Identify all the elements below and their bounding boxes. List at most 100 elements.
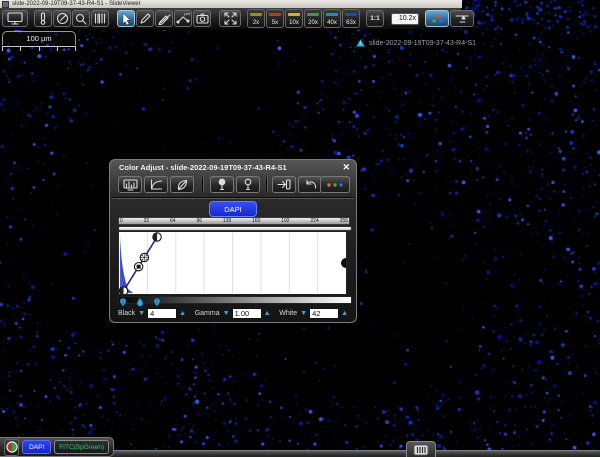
white-control: White ▼ ▲ (279, 308, 348, 319)
color-adjust-dialog: Color Adjust - slide-2022-09-19T09-37-43… (109, 159, 357, 323)
level-controls: Black ▼ ▲ Gamma ▼ ▲ White ▼ ▲ (110, 306, 356, 321)
leaf-icon (176, 179, 188, 191)
barcode-button[interactable] (91, 10, 109, 27)
black-value-field[interactable] (147, 308, 177, 319)
snapshot-button[interactable] (193, 10, 211, 27)
objective-40x-button[interactable]: 40x (323, 9, 341, 28)
color-adjust-button[interactable] (425, 10, 449, 27)
objective-63x-button[interactable]: 63x (342, 9, 360, 28)
channel-tab-dapi[interactable]: DAPI (209, 201, 257, 217)
warning-triangle-icon: ! (356, 39, 365, 47)
apply-to-all-button[interactable] (272, 176, 296, 193)
rgb-dots-icon (325, 181, 345, 189)
intensity-axis: 0 32 64 96 128 160 192 224 255 (118, 217, 350, 225)
undo-arrow-icon (304, 179, 317, 190)
scalebar-ruler (2, 46, 76, 52)
histogram-panel-icon (123, 179, 138, 191)
display-adjust-button[interactable] (450, 10, 474, 27)
channel-button-fitc[interactable]: FITC(SpGreen) (54, 440, 109, 454)
channel-bar: DAPI FITC(SpGreen) (0, 437, 114, 457)
fullscreen-icon (224, 12, 237, 25)
navigator-button[interactable] (53, 10, 71, 27)
monitor-icon (7, 12, 23, 25)
measure-tool-button[interactable]: µm (174, 10, 192, 27)
camera-icon (196, 13, 209, 24)
objective-color-band (250, 13, 262, 16)
color-channels-icon (431, 13, 444, 24)
curve-mode-button[interactable] (144, 176, 168, 193)
slide-flag-label: slide-2022-09-19T09-37-43-R4-S1 (369, 40, 476, 47)
zoom-level-field[interactable] (391, 13, 419, 25)
gamma-control: Gamma ▼ ▲ (195, 308, 271, 319)
axis-tick: 160 (252, 218, 260, 225)
pointer-tool-button[interactable] (117, 10, 135, 27)
black-control: Black ▼ ▲ (118, 308, 186, 319)
dialog-separator (112, 197, 354, 199)
black-decrement-button[interactable]: ▼ (138, 309, 145, 319)
objective-10x-button[interactable]: 10x (285, 9, 303, 28)
lut-curve-plot[interactable] (119, 232, 346, 294)
gamma-increment-button[interactable]: ▲ (264, 309, 271, 319)
composite-view-button[interactable] (4, 439, 19, 456)
slide-flag: ! slide-2022-09-19T09-37-43-R4-S1 (356, 39, 476, 47)
thermometer-icon (39, 12, 47, 25)
white-decrement-button[interactable]: ▼ (300, 309, 307, 319)
annotation-pen-button[interactable] (136, 10, 154, 27)
gradient-bar (118, 296, 352, 304)
marker-tool-button[interactable] (155, 10, 173, 27)
black-point-dropper-icon (217, 178, 227, 191)
black-label: Black (118, 310, 135, 317)
objective-color-band (269, 13, 281, 16)
objective-label: 10x (286, 20, 302, 26)
white-label: White (279, 310, 297, 317)
fullscreen-button[interactable] (219, 10, 241, 27)
gamma-value-field[interactable] (232, 308, 262, 319)
objective-color-band (326, 13, 338, 16)
histogram-view-button[interactable] (118, 176, 142, 193)
colorize-button[interactable] (170, 176, 194, 193)
slide-tray-tab[interactable] (406, 441, 436, 457)
dialog-close-button[interactable]: ✕ (342, 161, 350, 173)
objective-label: 20x (305, 20, 321, 26)
curve-panel (118, 231, 347, 295)
objective-color-band (307, 13, 319, 16)
objective-5x-button[interactable]: 5x (266, 9, 284, 28)
monitor-button[interactable] (2, 10, 28, 27)
black-increment-button[interactable]: ▲ (179, 309, 186, 319)
channel-button-dapi[interactable]: DAPI (22, 440, 51, 454)
white-increment-button[interactable]: ▲ (341, 309, 348, 319)
axis-tick: 96 (196, 218, 202, 225)
window-titlebar[interactable]: slide-2022-09-19T09-37-43-R4-S1 - SlideV… (0, 0, 462, 8)
objective-label: 5x (267, 20, 283, 26)
undo-button[interactable] (298, 176, 322, 193)
axis-tick: 224 (310, 218, 318, 225)
axis-tick: 32 (144, 218, 150, 225)
objective-20x-button[interactable]: 20x (304, 9, 322, 28)
axis-tick: 192 (281, 218, 289, 225)
svg-text:!: ! (360, 42, 361, 47)
main-toolbar: µm 2x 5x 10x 20x 40x 63x 1:1 (0, 8, 462, 30)
axis-tick: 64 (170, 218, 176, 225)
white-point-picker-button[interactable] (236, 176, 260, 193)
objective-label: 40x (324, 20, 340, 26)
pen-icon (139, 13, 151, 25)
gamma-decrement-button[interactable]: ▼ (223, 309, 230, 319)
white-point-dropper-icon (243, 178, 253, 191)
white-value-field[interactable] (309, 308, 339, 319)
color-adjust-title[interactable]: Color Adjust - slide-2022-09-19T09-37-43… (119, 163, 287, 172)
axis-tick: 128 (223, 218, 231, 225)
objective-label: 63x (343, 20, 359, 26)
window-title: slide-2022-09-19T09-37-43-R4-S1 - SlideV… (12, 1, 141, 7)
objective-2x-button[interactable]: 2x (247, 9, 265, 28)
rgb-circle-icon (6, 441, 18, 453)
rgb-channels-button[interactable] (320, 176, 350, 193)
zoom-1-1-button[interactable]: 1:1 (366, 10, 384, 27)
axis-tick: 0 (120, 218, 123, 225)
magnifier-tool-button[interactable] (72, 10, 90, 27)
slide-tool-button[interactable] (34, 10, 52, 27)
zoom-1-1-label: 1:1 (370, 15, 379, 22)
objective-label: 2x (248, 20, 264, 26)
black-point-picker-button[interactable] (210, 176, 234, 193)
barcode-icon (94, 13, 106, 24)
slide-tray-icon (413, 444, 429, 456)
